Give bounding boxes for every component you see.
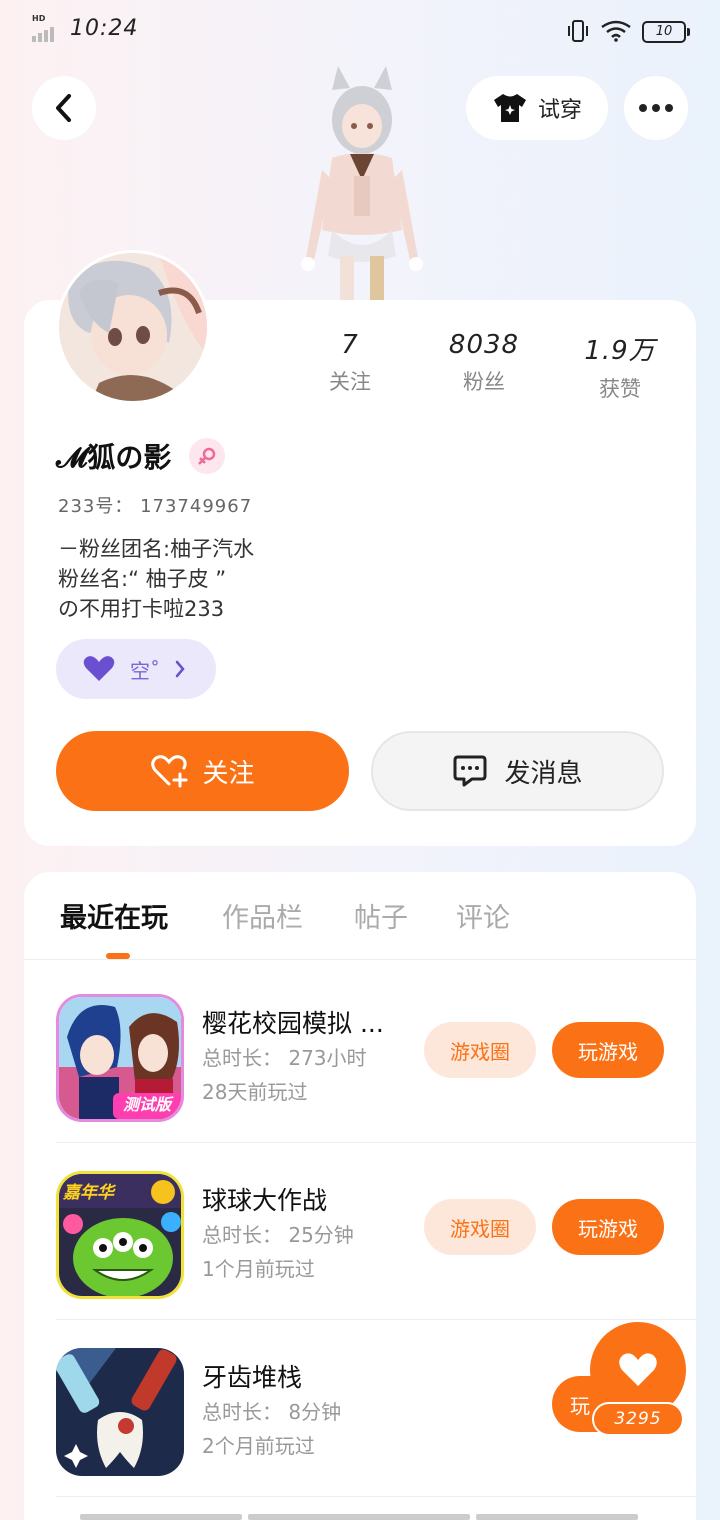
bio-line: の不用打卡啦233 [58,597,225,621]
follow-label: 关注 [202,758,255,789]
more-dot [639,104,647,112]
game-title: 樱花校园模拟 ... [202,1009,384,1038]
tab-indicator [106,953,130,959]
game-icon-sakura[interactable]: 测试版 [56,994,184,1122]
game-circle-button[interactable]: 游戏圈 [424,1199,536,1255]
wifi-icon [601,20,631,42]
follow-button[interactable]: 关注 [56,731,349,811]
game-icon-teeth[interactable] [56,1348,184,1476]
scroll-indicator [248,1514,470,1520]
status-bar: HD 10:24 10 [0,0,720,60]
profile-stats: 7 关注 8038 粉丝 1.9万 获赞 [290,330,690,410]
tryon-button[interactable]: 试穿 [466,76,608,140]
bio: －粉丝团名:柚子汽水 粉丝名:“ 柚子皮 ” の不用打卡啦233 [58,534,254,624]
chat-bubble-icon [453,755,487,787]
stat-label: 关注 [329,370,371,394]
username: 𝓜狐の影 [56,441,172,474]
message-label: 发消息 [504,758,583,789]
game-last-played: 28天前玩过 [202,1080,308,1104]
game-row[interactable]: 测试版 樱花校园模拟 ... 总时长： 273小时 28天前玩过 游戏圈 玩游戏 [56,966,696,1143]
fan-group-label: 空˚ [130,658,160,683]
game-circle-button[interactable]: 游戏圈 [424,1022,536,1078]
stat-followers[interactable]: 8038 粉丝 [424,330,544,396]
tab-bar: 最近在玩 作品栏 帖子 评论 [24,872,696,960]
game-duration: 总时长： 273小时 [202,1046,367,1070]
stat-following[interactable]: 7 关注 [290,330,410,396]
stat-value: 1.9万 [584,336,656,366]
game-title: 牙齿堆栈 [202,1363,303,1392]
game-row[interactable]: 嘉年华 球球大作战 总时长： 25分钟 1个月前玩过 游戏圈 玩游戏 [56,1143,696,1320]
stat-label: 粉丝 [463,370,505,394]
tab-posts[interactable]: 帖子 [354,896,408,935]
stat-value: 8038 [448,330,520,360]
scroll-indicator [476,1514,638,1520]
game-title: 球球大作战 [202,1186,328,1215]
status-time: 10:24 [70,16,139,41]
chevron-left-icon [56,94,71,122]
more-dot [665,104,673,112]
game-duration: 总时长： 25分钟 [202,1223,354,1247]
heart-plus-icon [151,755,188,788]
like-count: 3295 [592,1402,684,1436]
fan-group-pill[interactable]: 空˚ [56,639,216,699]
more-options-button[interactable] [624,76,688,140]
stat-label: 获赞 [599,377,641,401]
tab-works[interactable]: 作品栏 [222,896,303,935]
stat-value: 7 [341,330,359,360]
chevron-right-icon [175,660,185,678]
heart-icon [83,656,115,681]
game-icon-ballball[interactable]: 嘉年华 [56,1171,184,1299]
vibrate-icon [568,20,588,42]
female-icon [189,438,225,474]
game-badge-label: 测试版 [122,1095,171,1114]
play-game-button[interactable]: 玩游戏 [552,1199,664,1255]
game-last-played: 2个月前玩过 [202,1434,315,1458]
game-duration: 总时长： 8分钟 [202,1400,342,1424]
battery-icon: 10 [642,21,690,43]
tab-comments[interactable]: 评论 [456,896,510,935]
bio-line: 粉丝名:“ 柚子皮 ” [58,567,227,591]
signal-icon [32,18,60,42]
game-badge-label: 嘉年华 [63,1183,114,1203]
user-id: 233号： 173749967 [58,496,253,517]
character-figure [301,66,423,300]
heart-icon [619,1353,657,1386]
back-button[interactable] [32,76,96,140]
message-button[interactable]: 发消息 [371,731,664,811]
bio-line: －粉丝团名:柚子汽水 [58,537,255,561]
tab-recent-play[interactable]: 最近在玩 [60,896,168,935]
tshirt-icon [493,94,526,122]
more-dot [652,104,660,112]
game-last-played: 1个月前玩过 [202,1257,315,1281]
avatar-image [59,253,207,401]
tryon-label: 试穿 [537,98,582,123]
stat-likes[interactable]: 1.9万 获赞 [560,330,680,403]
play-game-button[interactable]: 玩游戏 [552,1022,664,1078]
avatar[interactable] [56,250,210,404]
battery-level: 10 [655,24,673,39]
scroll-indicator [80,1514,242,1520]
